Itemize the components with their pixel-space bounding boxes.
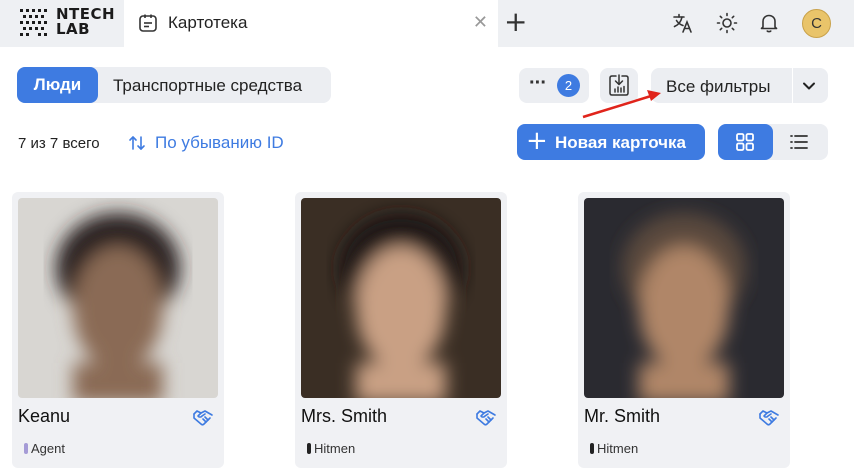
person-photo[interactable] <box>584 198 784 398</box>
handshake-icon[interactable] <box>758 406 780 428</box>
close-icon[interactable]: ✕ <box>473 12 488 33</box>
tab-label: Картотека <box>168 13 248 32</box>
person-watchlist: Agent <box>24 441 65 456</box>
divider <box>792 68 793 103</box>
tab-cards[interactable]: Картотека ✕ <box>124 0 498 47</box>
logo-icon <box>20 9 47 36</box>
list-view-icon[interactable] <box>789 132 809 152</box>
watchlist-label: Hitmen <box>597 441 639 456</box>
person-photo[interactable] <box>18 198 218 398</box>
view-mode-switcher <box>718 124 828 160</box>
watchlist-color-marker <box>24 443 28 454</box>
segment-people[interactable]: Люди <box>17 67 98 103</box>
handshake-icon[interactable] <box>192 406 214 428</box>
blurred-face-image <box>584 198 784 398</box>
person-card[interactable]: Mr. Smith Hitmen <box>578 192 790 468</box>
blurred-face-image <box>18 198 218 398</box>
download-icon <box>609 74 629 96</box>
person-card[interactable]: Keanu Agent <box>12 192 224 468</box>
person-photo[interactable] <box>301 198 501 398</box>
person-name[interactable]: Mrs. Smith <box>301 406 387 427</box>
all-filters-button[interactable]: Все фильтры <box>651 68 828 103</box>
person-watchlist: Hitmen <box>590 441 638 456</box>
top-bar: NTECH LAB Картотека ✕ + С <box>0 0 854 47</box>
all-filters-label: Все фильтры <box>666 77 771 96</box>
blurred-face-image <box>301 198 501 398</box>
person-name[interactable]: Keanu <box>18 406 70 427</box>
sort-label: По убыванию ID <box>155 133 284 152</box>
person-watchlist: Hitmen <box>307 441 355 456</box>
logo-text: NTECH LAB <box>56 7 115 37</box>
card-file-icon <box>139 14 157 32</box>
person-name[interactable]: Mr. Smith <box>584 406 660 427</box>
logo[interactable]: NTECH LAB <box>18 6 115 38</box>
more-icon: ··· <box>529 72 547 94</box>
grid-icon <box>736 133 754 151</box>
watchlist-label: Agent <box>31 441 65 456</box>
plus-icon: + <box>526 126 548 156</box>
new-card-label: Новая карточка <box>555 133 687 152</box>
more-filters-button[interactable]: ··· 2 <box>519 68 589 103</box>
translate-icon[interactable] <box>672 12 694 34</box>
add-tab-button[interactable]: + <box>504 8 527 36</box>
grid-view-button[interactable] <box>718 124 773 160</box>
avatar[interactable]: С <box>802 9 831 38</box>
watchlist-label: Hitmen <box>314 441 356 456</box>
logo-line2: LAB <box>56 20 91 38</box>
person-card[interactable]: Mrs. Smith Hitmen <box>295 192 507 468</box>
object-type-switcher: Люди Транспортные средства <box>17 67 331 103</box>
new-card-button[interactable]: + Новая карточка <box>517 124 705 160</box>
chevron-down-icon[interactable] <box>801 78 817 94</box>
sort-arrows-icon <box>129 136 145 150</box>
filter-count-badge: 2 <box>557 74 580 97</box>
sun-icon[interactable] <box>716 12 738 34</box>
handshake-icon[interactable] <box>475 406 497 428</box>
bell-icon[interactable] <box>758 12 780 34</box>
watchlist-color-marker <box>307 443 311 454</box>
record-count: 7 из 7 всего <box>18 135 100 152</box>
watchlist-color-marker <box>590 443 594 454</box>
sort-control[interactable]: По убыванию ID <box>127 133 284 153</box>
export-button[interactable] <box>600 68 638 103</box>
segment-vehicles[interactable]: Транспортные средства <box>113 76 302 96</box>
